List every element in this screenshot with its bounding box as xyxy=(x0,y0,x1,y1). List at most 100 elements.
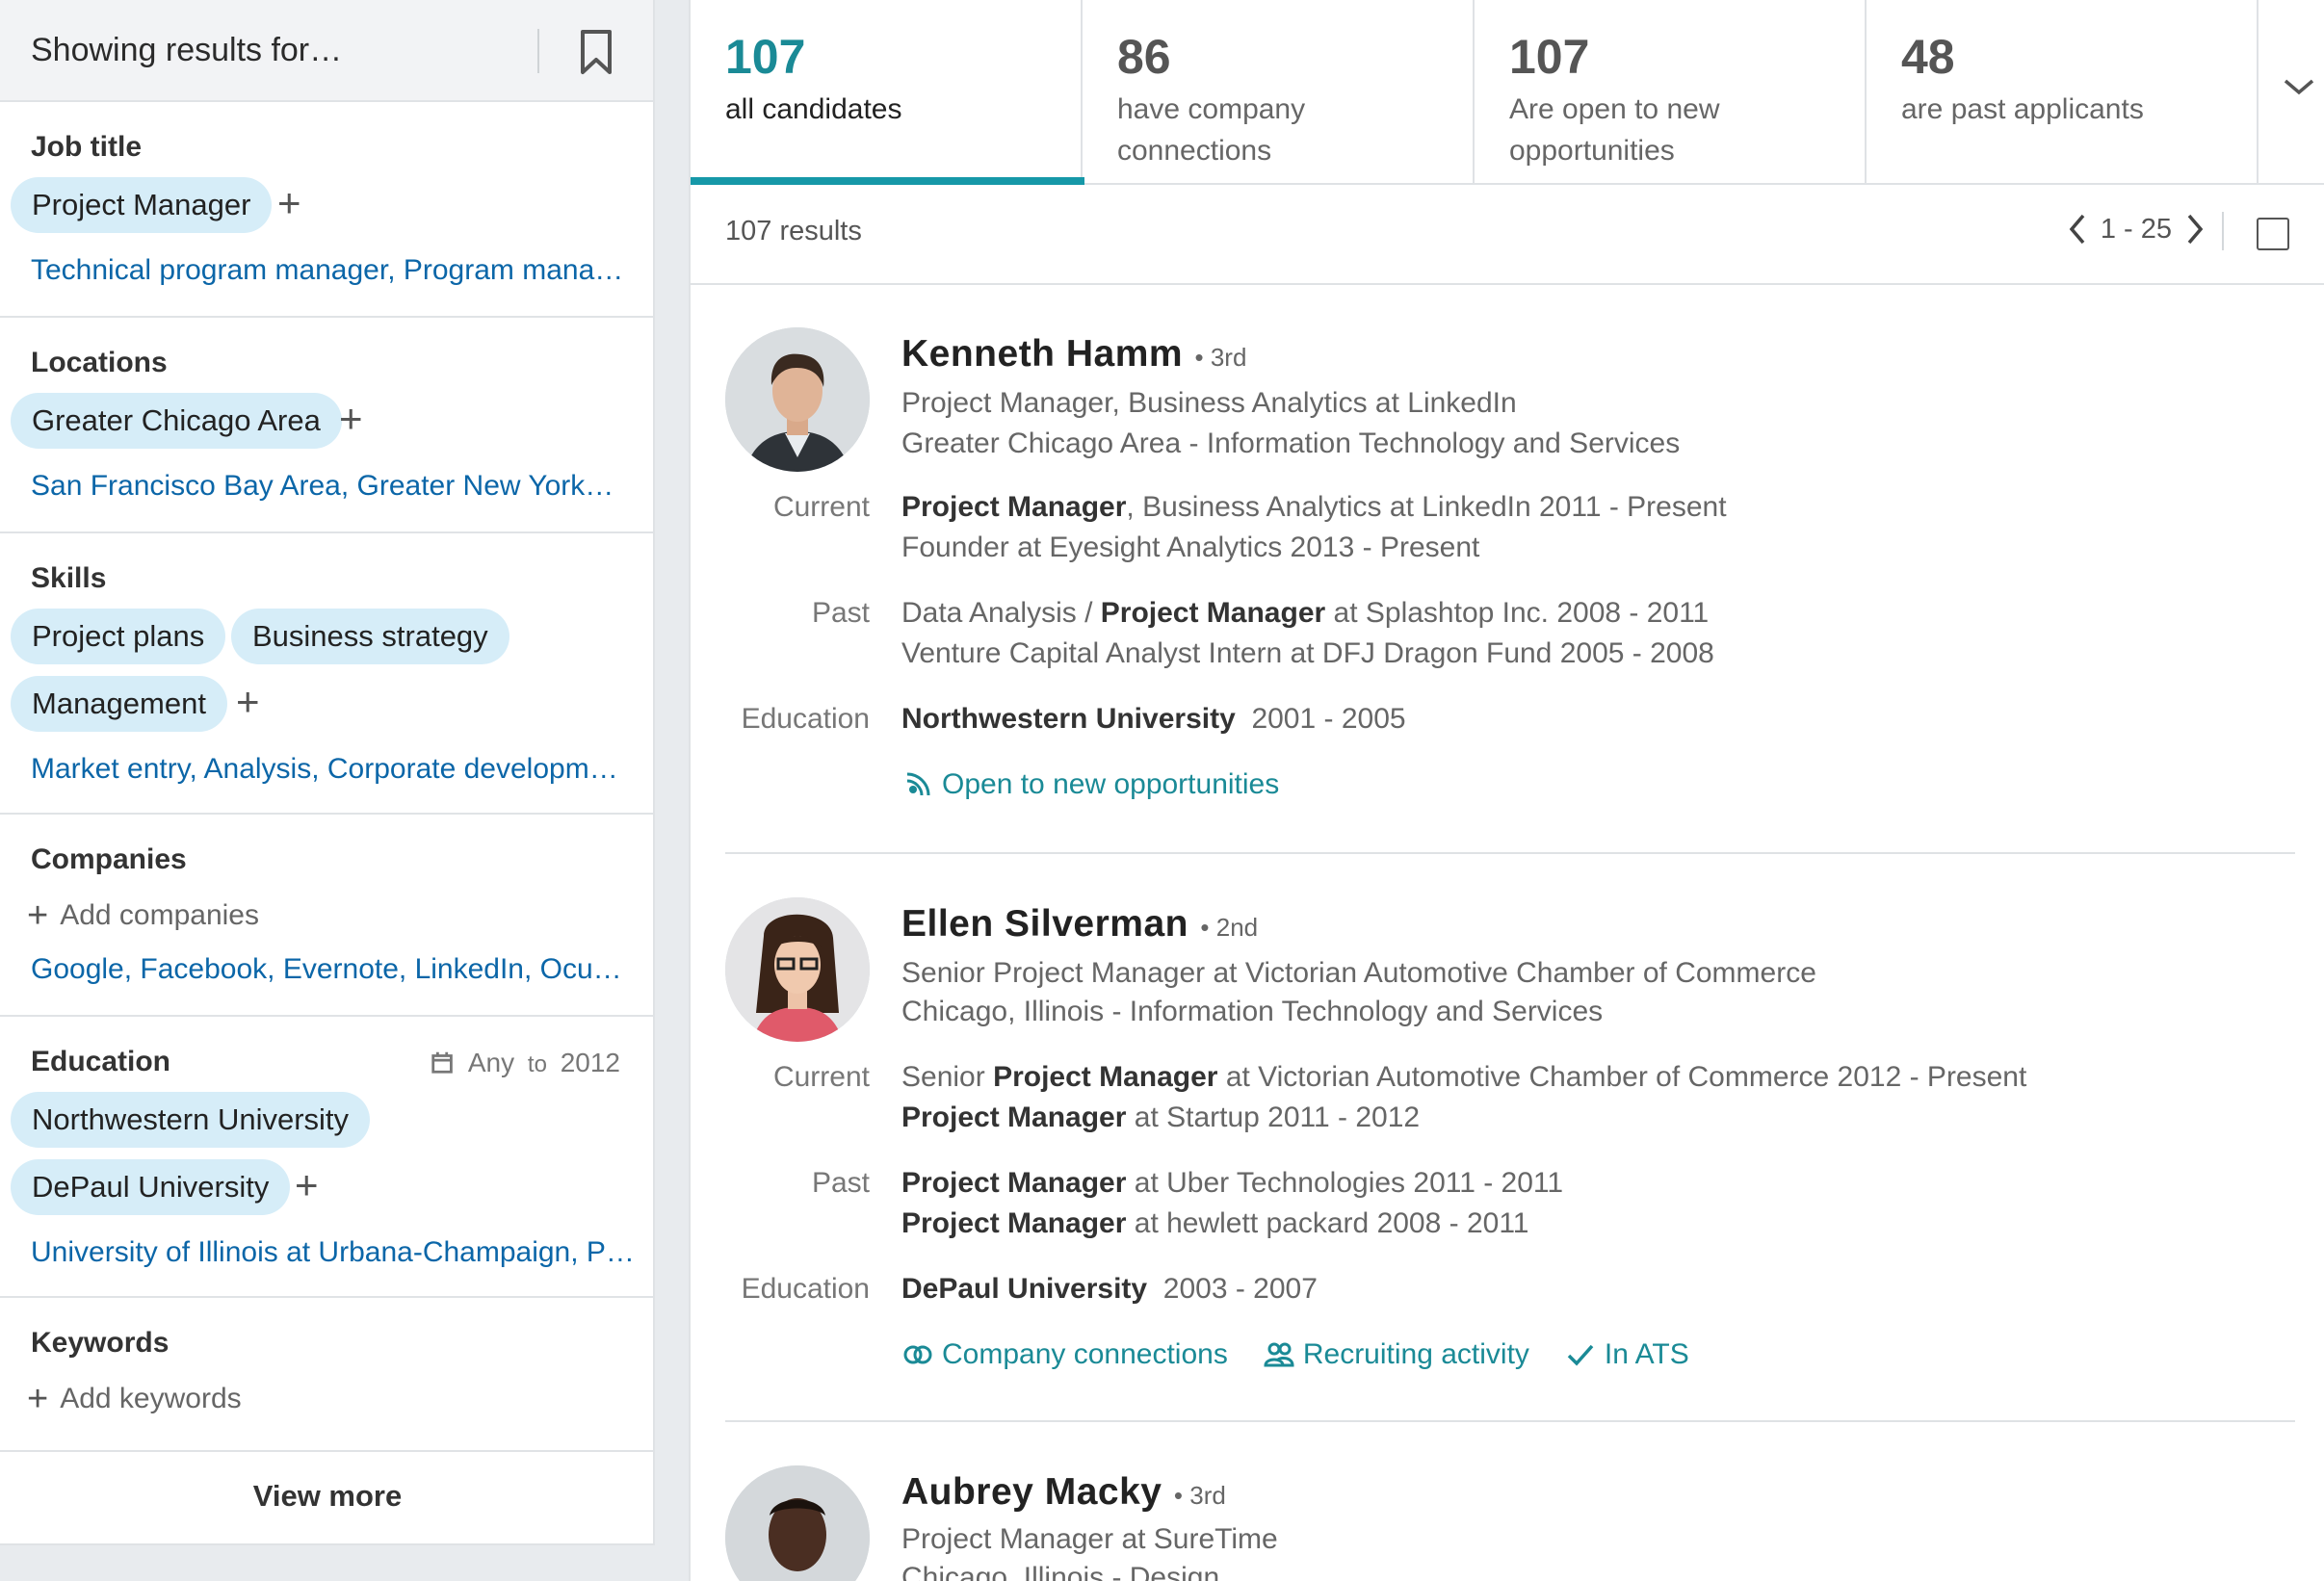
tab-past-applicants[interactable]: 48 are past applicants xyxy=(1867,0,2259,183)
education-suggestions[interactable]: University of Illinois at Urbana-Champai… xyxy=(31,1236,635,1269)
open-to-opportunities-tag[interactable]: Open to new opportunities xyxy=(901,768,1279,801)
company-suggestions[interactable]: Google, Facebook, Evernote, LinkedIn, Oc… xyxy=(31,953,622,986)
location-pill[interactable]: Greater Chicago Area xyxy=(11,393,342,449)
skill-pill[interactable]: Business strategy xyxy=(231,609,509,664)
avatar[interactable] xyxy=(725,1465,870,1581)
candidate-card[interactable]: Kenneth Hamm • 3rd Project Manager, Busi… xyxy=(725,327,2295,828)
current-label: Current xyxy=(772,1061,870,1093)
section-title: Education xyxy=(31,1046,171,1077)
results-toolbar: 107 results 1 - 25 xyxy=(691,185,2324,285)
tab-label: Are open to new opportunities xyxy=(1509,93,1720,167)
bookmark-icon[interactable] xyxy=(578,29,614,75)
view-more-button[interactable]: View more xyxy=(0,1479,655,1514)
chevron-right-icon[interactable] xyxy=(2181,210,2208,248)
add-companies-button[interactable]: + Add companies xyxy=(27,895,259,937)
section-title: Locations xyxy=(31,347,168,378)
results-panel: 107 all candidates 86 have company conne… xyxy=(689,0,2324,1581)
plus-icon: + xyxy=(27,1379,49,1419)
education-pill[interactable]: Northwestern University xyxy=(11,1092,371,1148)
education-section: Education Any to 2012 Northwestern Unive… xyxy=(0,1017,653,1298)
education-pill[interactable]: DePaul University xyxy=(11,1159,291,1215)
candidate-name[interactable]: Kenneth Hamm xyxy=(901,333,1183,375)
section-title: Job title xyxy=(31,131,143,163)
add-keywords-button[interactable]: + Add keywords xyxy=(27,1379,242,1420)
tab-open-to-opportunities[interactable]: 107 Are open to new opportunities xyxy=(1475,0,1867,183)
tab-company-connections[interactable]: 86 have company connections xyxy=(1083,0,1475,183)
past-position: Project Manager at hewlett packard 2008 … xyxy=(901,1207,1529,1239)
education-entry: DePaul University 2003 - 2007 xyxy=(901,1273,1318,1305)
sidebar-header-title: Showing results for… xyxy=(31,31,343,68)
skill-pill[interactable]: Management xyxy=(11,676,227,732)
candidate-headline: Project Manager, Business Analytics at L… xyxy=(901,387,1517,419)
avatar[interactable] xyxy=(725,897,870,1042)
candidate-name-row: Kenneth Hamm • 3rd xyxy=(901,333,1246,376)
candidate-location: Chicago, Illinois - Design xyxy=(901,1562,1220,1581)
job-title-section: Job title Project Manager + Technical pr… xyxy=(0,102,653,318)
education-entry: Northwestern University 2001 - 2005 xyxy=(901,703,1406,735)
job-title-suggestions[interactable]: Technical program manager, Program mana… xyxy=(31,254,623,287)
skill-pill[interactable]: Project plans xyxy=(11,609,226,664)
tab-all-candidates[interactable]: 107 all candidates xyxy=(691,0,1084,185)
connection-degree: • 2nd xyxy=(1200,913,1259,942)
checkmark-icon xyxy=(1567,1344,1594,1366)
recruiting-activity-tag[interactable]: Recruiting activity xyxy=(1263,1338,1529,1371)
tag-label: Open to new opportunities xyxy=(942,768,1280,800)
avatar-photo xyxy=(725,897,870,1042)
add-location-icon[interactable]: + xyxy=(339,399,363,439)
job-title-pill[interactable]: Project Manager xyxy=(11,177,273,233)
education-label: Education xyxy=(741,1273,870,1305)
candidate-location: Chicago, Illinois - Information Technolo… xyxy=(901,996,1604,1027)
filter-sidebar: Showing results for… Job title Project M… xyxy=(0,0,655,1545)
tab-label: have company connections xyxy=(1117,93,1306,167)
add-keywords-label: Add keywords xyxy=(60,1383,242,1414)
range-to: 2012 xyxy=(560,1048,620,1077)
past-label: Past xyxy=(811,597,870,629)
tag-label: Company connections xyxy=(942,1338,1228,1370)
page-range: 1 - 25 xyxy=(2100,213,2172,245)
candidate-name[interactable]: Ellen Silverman xyxy=(901,903,1188,945)
tab-count: 48 xyxy=(1901,30,1955,84)
section-title: Companies xyxy=(31,843,187,875)
avatar[interactable] xyxy=(725,327,870,472)
candidate-headline: Project Manager at SureTime xyxy=(901,1523,1278,1555)
candidate-name-row: Aubrey Macky • 3rd xyxy=(901,1471,1226,1514)
range-to-label: to xyxy=(527,1051,547,1077)
add-job-title-icon[interactable]: + xyxy=(277,183,301,223)
past-position: Data Analysis / Project Manager at Splas… xyxy=(901,597,1710,629)
chevron-down-icon[interactable] xyxy=(2280,71,2318,100)
select-all-checkbox[interactable] xyxy=(2257,218,2289,250)
header-divider xyxy=(537,29,539,73)
link-rings-icon xyxy=(903,1345,932,1364)
pager-divider xyxy=(2222,212,2224,250)
candidate-card[interactable]: Ellen Silverman • 2nd Senior Project Man… xyxy=(725,897,2295,1398)
current-position: Project Manager at Startup 2011 - 2012 xyxy=(901,1102,1421,1133)
add-education-icon[interactable]: + xyxy=(295,1165,319,1205)
education-date-range[interactable]: Any to 2012 xyxy=(430,1048,620,1078)
current-position: Senior Project Manager at Victorian Auto… xyxy=(901,1061,2027,1093)
add-skill-icon[interactable]: + xyxy=(236,682,260,722)
location-suggestions[interactable]: San Francisco Bay Area, Greater New York… xyxy=(31,470,614,503)
tag-label: In ATS xyxy=(1604,1338,1689,1370)
card-divider xyxy=(725,1420,2295,1422)
signal-icon xyxy=(906,772,930,796)
connection-degree: • 3rd xyxy=(1194,343,1247,372)
active-tab-indicator xyxy=(691,177,1084,185)
keywords-section: Keywords + Add keywords xyxy=(0,1298,653,1452)
current-position: Project Manager, Business Analytics at L… xyxy=(901,491,1727,523)
connection-degree: • 3rd xyxy=(1173,1481,1226,1510)
chevron-left-icon[interactable] xyxy=(2064,210,2091,248)
company-connections-tag[interactable]: Company connections xyxy=(901,1338,1228,1371)
tab-label: all candidates xyxy=(725,93,902,125)
skill-suggestions[interactable]: Market entry, Analysis, Corporate develo… xyxy=(31,753,618,786)
candidate-card[interactable]: Aubrey Macky • 3rd Project Manager at Su… xyxy=(725,1465,2295,1581)
candidate-tags: Company connections Recruiting activity … xyxy=(901,1338,1689,1371)
candidate-tags: Open to new opportunities xyxy=(901,768,1279,801)
companies-section: Companies + Add companies Google, Faceboo… xyxy=(0,815,653,1017)
in-ats-tag[interactable]: In ATS xyxy=(1564,1338,1689,1371)
avatar-photo xyxy=(725,327,870,472)
current-position: Founder at Eyesight Analytics 2013 - Pre… xyxy=(901,531,1480,563)
candidate-name[interactable]: Aubrey Macky xyxy=(901,1471,1162,1513)
candidate-location: Greater Chicago Area - Information Techn… xyxy=(901,428,1681,459)
current-label: Current xyxy=(772,491,870,523)
calendar-icon xyxy=(431,1051,453,1074)
